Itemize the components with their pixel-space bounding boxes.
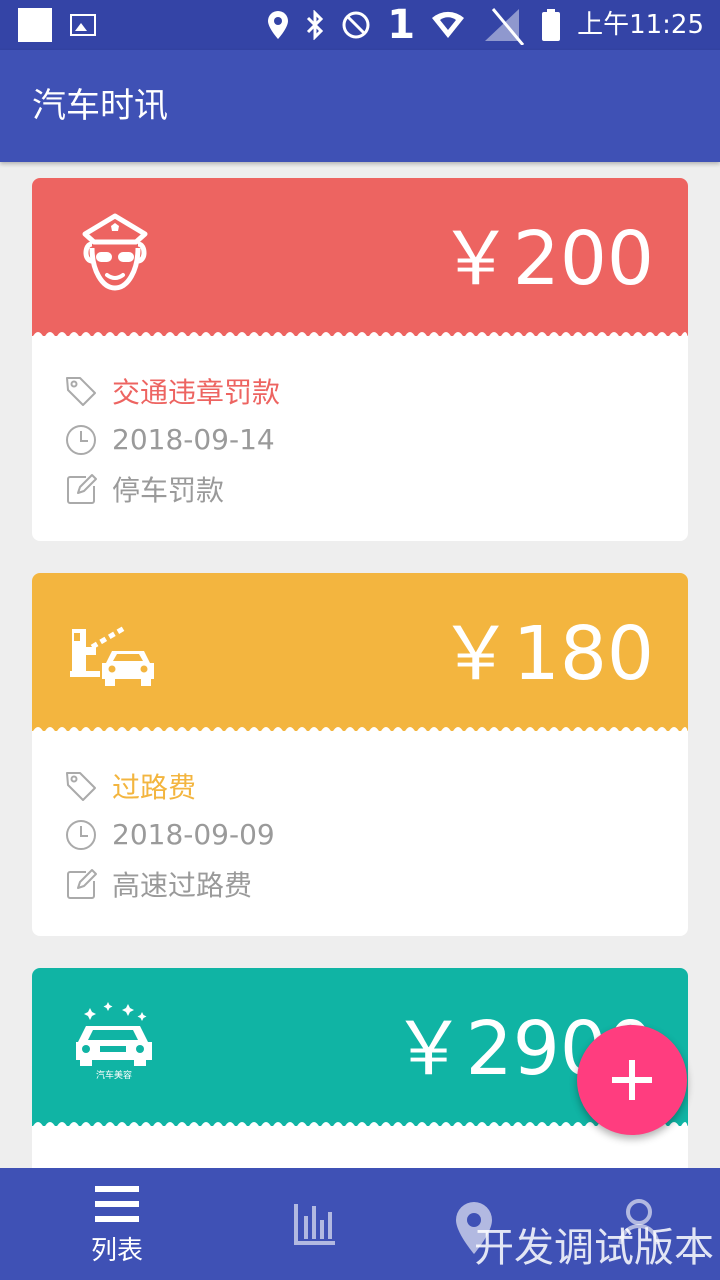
notification-square-icon [18,8,52,42]
battery-icon [542,9,561,41]
bluetooth-icon [307,10,324,40]
signal-off-icon [485,8,525,45]
note-label: 高速过路费 [112,868,253,902]
toll-gate-car-icon [70,624,154,686]
clock-icon [66,424,96,455]
tag-icon [66,376,96,406]
amount-label: ￥180 [438,611,654,697]
card-header: ￥180 [32,573,688,733]
clock-icon [66,819,96,850]
nav-item-list[interactable]: 列表 [27,1168,207,1280]
nav-item-chart[interactable] [225,1168,405,1280]
edit-note-icon [67,868,97,899]
debug-watermark: 开发调试版本 [474,1225,714,1271]
do-not-disturb-icon [342,11,370,39]
status-time: 上午11:25 [577,10,704,40]
record-card-fine[interactable]: ￥200 交通违章罚款 2018-09-14 停车罚款 [32,178,688,541]
bar-chart-icon [294,1204,335,1245]
wifi-icon [432,11,465,39]
location-icon [268,11,289,39]
scallop-edge [32,1122,688,1128]
note-label: 停车罚款 [112,473,225,507]
status-bar: 1 上午11:25 [0,0,720,50]
police-officer-icon [82,213,148,291]
record-card-toll[interactable]: ￥180 过路费 2018-09-09 高速过路费 [32,573,688,936]
image-notification-icon [70,14,96,36]
edit-note-icon [67,473,97,504]
app-bar: 汽车时讯 [0,50,720,162]
date-label: 2018-09-09 [112,818,275,851]
card-header: ￥200 [32,178,688,338]
icon-caption: 汽车美容 [96,1069,132,1081]
date-label: 2018-09-14 [112,423,275,456]
category-label: 过路费 [112,770,197,804]
plus-icon [612,1060,652,1100]
list-icon [95,1186,139,1222]
tag-icon [66,771,96,801]
category-label: 交通违章罚款 [112,375,281,409]
nav-label-list: 列表 [90,1236,143,1266]
amount-label: ￥200 [438,216,654,302]
page-title: 汽车时讯 [32,86,168,126]
car-beauty-icon: 汽车美容 [76,1002,152,1081]
add-record-button[interactable] [577,1025,687,1135]
network-digit: 1 [387,2,416,48]
